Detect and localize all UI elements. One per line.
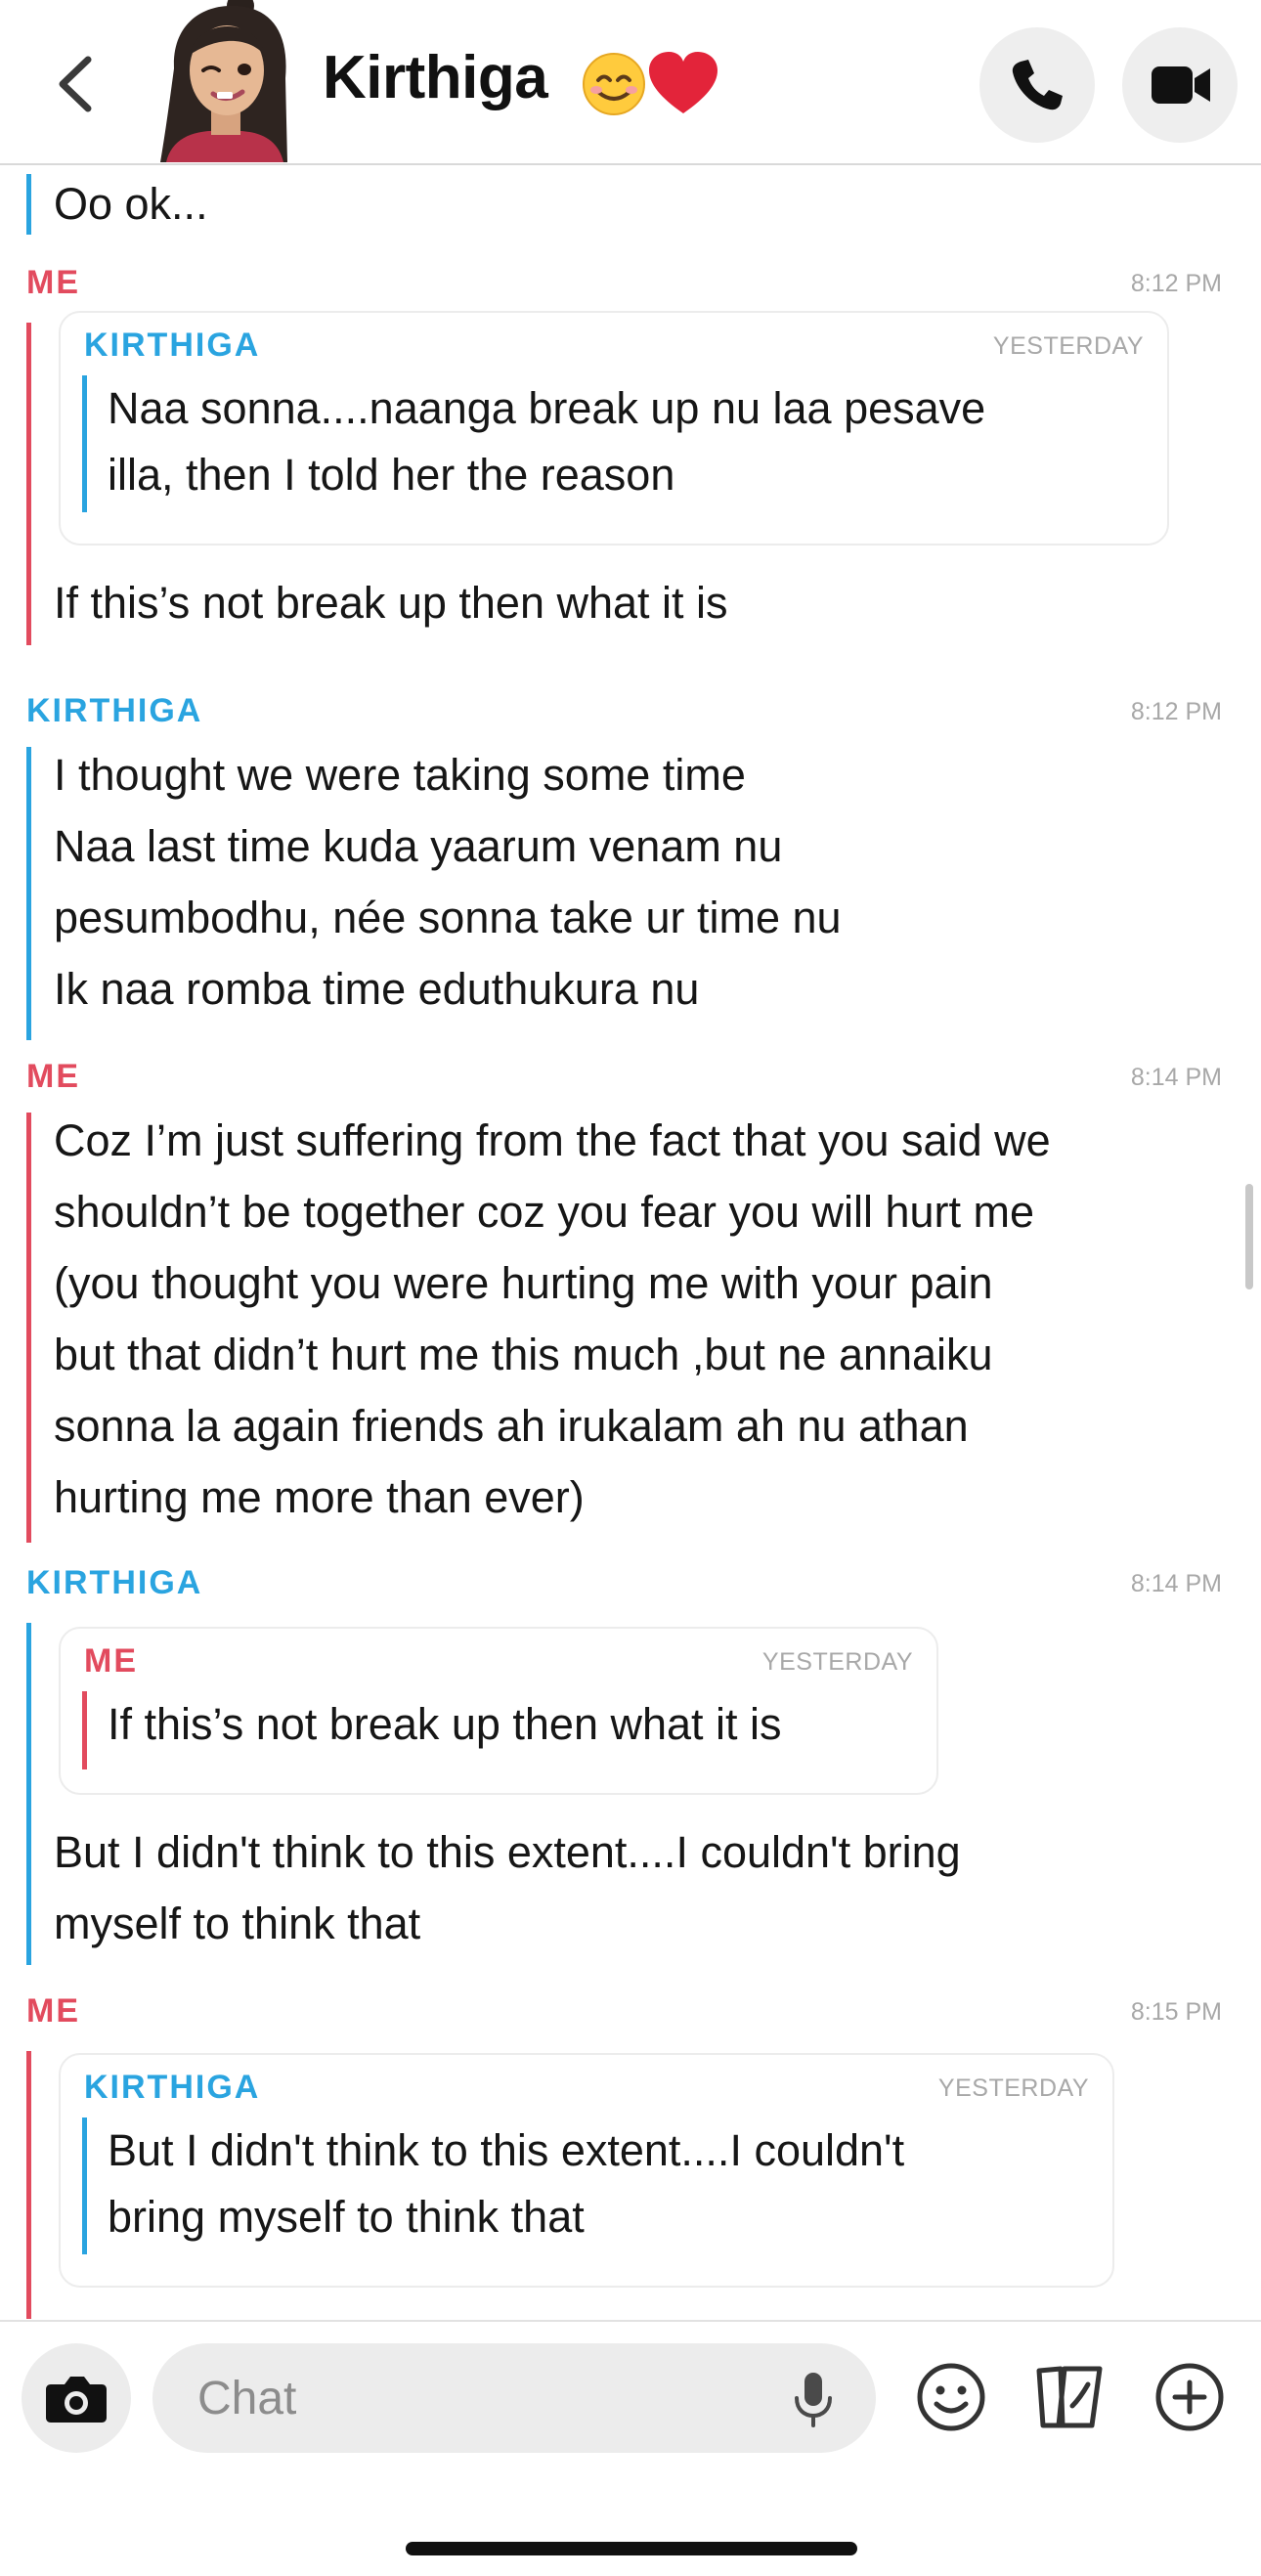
name-emojis — [583, 52, 717, 115]
home-indicator — [406, 2542, 857, 2555]
quoted-message[interactable]: KIRTHIGA YESTERDAY Naa sonna....naanga b… — [59, 311, 1169, 546]
message-text: I thought we were taking some time Naa l… — [54, 750, 842, 1014]
quoted-message[interactable]: KIRTHIGA YESTERDAY But I didn't think to… — [59, 2053, 1114, 2288]
quoted-text: But I didn't think to this extent....I c… — [108, 2125, 905, 2242]
quoted-time: YESTERDAY — [761, 1648, 913, 1676]
message-text: But I didn't think to this extent....I c… — [54, 1827, 961, 1948]
smiley-icon[interactable] — [915, 2361, 987, 2433]
sender-bar — [26, 323, 31, 645]
scrollbar[interactable] — [1245, 1184, 1253, 1289]
message-block: KIRTHIGA 8:14 PM ME YESTERDAY If this’s … — [0, 1564, 1261, 1975]
message-text: Oo ok... — [54, 179, 208, 229]
quoted-text: If this’s not break up then what it is — [108, 1699, 782, 1749]
timestamp: 8:12 PM — [1130, 698, 1222, 725]
quoted-message[interactable]: ME YESTERDAY If this’s not break up then… — [59, 1627, 938, 1795]
sender-label: KIRTHIGA — [26, 1564, 203, 1601]
chat-input[interactable] — [152, 2343, 876, 2453]
quoted-bar — [82, 375, 87, 512]
phone-icon — [1012, 60, 1063, 110]
quoted-bar — [82, 1691, 87, 1769]
sender-bar — [26, 1113, 31, 1543]
plus-circle-icon[interactable] — [1153, 2361, 1226, 2433]
microphone-icon[interactable] — [788, 2369, 839, 2431]
timestamp: 8:15 PM — [1130, 1998, 1222, 2026]
quoted-sender: ME — [84, 1642, 138, 1680]
contact-name[interactable]: Kirthiga — [323, 43, 548, 112]
sender-bar — [26, 747, 31, 1040]
call-button[interactable] — [979, 27, 1095, 143]
timestamp: 8:12 PM — [1130, 270, 1222, 297]
sender-bar — [26, 174, 31, 235]
sender-label: ME — [26, 1058, 80, 1095]
quoted-sender: KIRTHIGA — [84, 327, 261, 364]
message-text: If this’s not break up then what it is — [54, 578, 728, 628]
avatar[interactable] — [147, 0, 303, 162]
composer-bar — [0, 2320, 1261, 2576]
message-block: KIRTHIGA 8:12 PM I thought we were takin… — [0, 692, 1261, 1064]
quoted-text: Naa sonna....naanga break up nu laa pesa… — [108, 383, 986, 500]
sender-bar — [26, 2051, 31, 2319]
quoted-time: YESTERDAY — [992, 332, 1144, 360]
chat-header: Kirthiga — [0, 0, 1261, 165]
message-block: ME 8:14 PM Coz I’m just suffering from t… — [0, 1058, 1261, 1566]
timestamp: 8:14 PM — [1130, 1570, 1222, 1597]
sender-label: ME — [26, 264, 80, 301]
chevron-left-icon[interactable] — [51, 54, 100, 114]
camera-icon — [46, 2377, 107, 2423]
quoted-time: YESTERDAY — [937, 2074, 1089, 2102]
message-text: Coz I’m just suffering from the fact tha… — [54, 1115, 1051, 1522]
quoted-sender: KIRTHIGA — [84, 2069, 261, 2106]
chat-thread[interactable]: Oo ok... ME 8:12 PM KIRTHIGA YESTERDAY N… — [0, 164, 1261, 2319]
camera-button[interactable] — [22, 2343, 131, 2453]
cards-icon[interactable] — [1031, 2361, 1109, 2433]
message-block-partial: Oo ok... — [0, 164, 1261, 244]
video-call-button[interactable] — [1122, 27, 1238, 143]
sender-label: ME — [26, 1992, 80, 2030]
sender-bar — [26, 1623, 31, 1965]
message-block: ME 8:15 PM KIRTHIGA YESTERDAY But I didn… — [0, 1992, 1261, 2319]
video-camera-icon — [1152, 66, 1210, 104]
quoted-bar — [82, 2118, 87, 2254]
timestamp: 8:14 PM — [1130, 1064, 1222, 1091]
sender-label: KIRTHIGA — [26, 692, 203, 729]
